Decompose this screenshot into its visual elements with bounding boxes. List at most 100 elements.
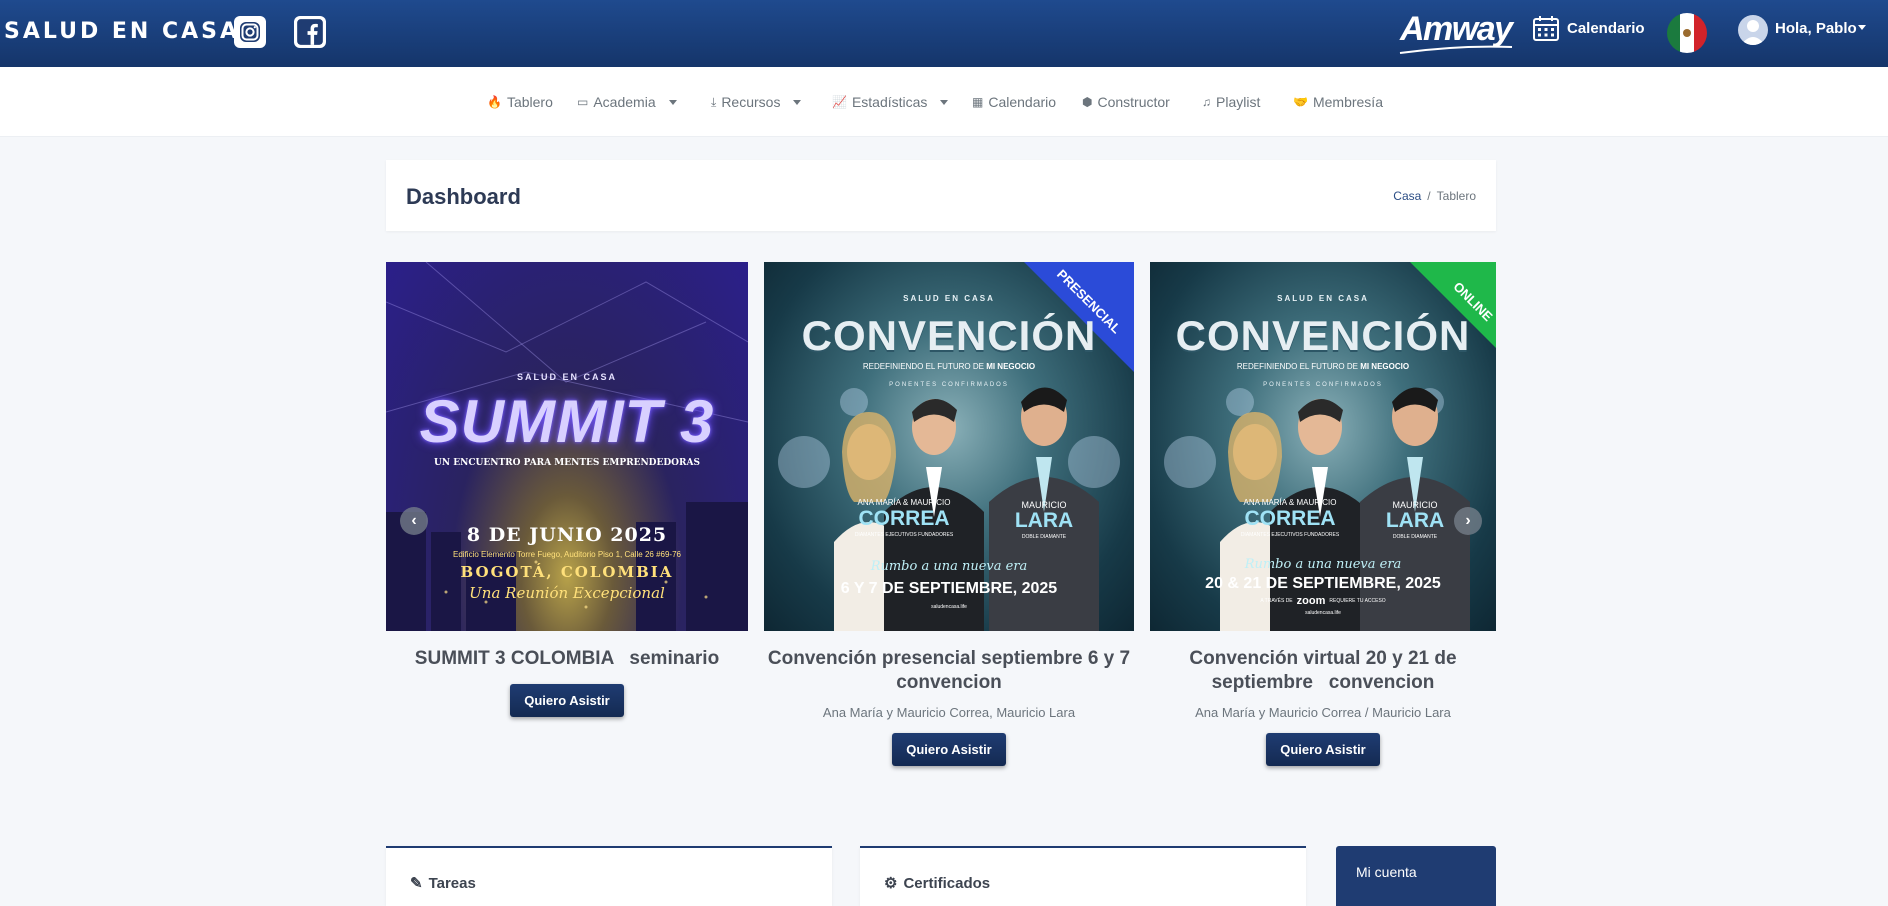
event-title: SUMMIT 3 COLOMBIA seminario [414, 648, 720, 669]
cubes-icon: ⬢ [1082, 95, 1093, 109]
nav-item-label: Membresía [1312, 94, 1383, 110]
event-card: SALUD EN CASA CONVENCIÓN REDEFINIENDO EL… [764, 262, 1134, 766]
event-speakers: Ana María y Mauricio Correa / Mauricio L… [1195, 705, 1451, 720]
attend-button[interactable]: Quiero Asistir [1266, 733, 1380, 766]
event-speakers: Ana María y Mauricio Correa, Mauricio La… [822, 705, 1076, 720]
poster-speakers-label: PONENTES CONFIRMADOS [889, 382, 1009, 388]
nav-item-playlist[interactable]: ♫ Playlist [1202, 94, 1260, 110]
poster-footer: saludencasa.life [931, 604, 967, 610]
poster-tagline-bold: MI NEGOCIO [1360, 362, 1410, 371]
tasks-label: Tareas [428, 874, 476, 892]
poster-tagline-text: REDEFINIENDO EL FUTURO DE [1236, 362, 1361, 371]
calendar-icon: ▦ [972, 95, 984, 109]
poster-speaker2-rank: DOBLE DIAMANTE [1392, 534, 1438, 540]
certificates-label: Certificados [903, 874, 991, 892]
attend-button[interactable]: Quiero Asistir [510, 684, 624, 717]
event-poster[interactable]: SALUD EN CASA CONVENCIÓN REDEFINIENDO EL… [764, 262, 1134, 631]
calendar-link[interactable]: Calendario [1567, 20, 1645, 37]
zoom-logo: zoom [1296, 595, 1326, 607]
nav-item-recursos[interactable]: ⤓ Recursos [711, 94, 802, 110]
poster-date: 6 Y 7 DE SEPTIEMBRE, 2025 [840, 580, 1058, 597]
nav-item-label: Constructor [1097, 94, 1170, 110]
poster-speaker1-last: CORREA [1244, 507, 1336, 530]
breadcrumb-home-link[interactable]: Casa [1393, 189, 1421, 203]
poster-speaker2-last: LARA [1014, 509, 1074, 532]
top-bar: SALUD EN CASA Amway Calendario Hola, Pab… [0, 0, 1888, 67]
certificates-panel: ⚙ Certificados [860, 846, 1306, 906]
poster-speaker2-rank: DOBLE DIAMANTE [1021, 534, 1067, 540]
download-icon: ⤓ [711, 94, 717, 109]
nav-item-estadisticas[interactable]: 📈 Estadísticas [832, 94, 949, 110]
carousel-prev-button[interactable]: ‹ [400, 507, 428, 535]
nav-item-label: Academia [593, 94, 656, 110]
breadcrumb-current: Tablero [1436, 189, 1476, 203]
poster-slogan: Rumbo a una nueva era [870, 559, 1028, 574]
my-account-panel[interactable]: Mi cuenta [1336, 846, 1496, 906]
nav-item-constructor[interactable]: ⬢ Constructor [1082, 94, 1170, 110]
poster-date: 20 & 21 DE SEPTIEMBRE, 2025 [1205, 575, 1441, 592]
nav-item-label: Tablero [506, 94, 553, 110]
fire-icon: 🔥 [487, 95, 502, 109]
poster-tagline: REDEFINIENDO EL FUTURO DE MI NEGOCIO [1150, 362, 1496, 371]
handshake-icon: 🤝 [1293, 95, 1308, 109]
poster-speaker1-rank: DIAMANTES EJECUTIVOS FUNDADORES [1240, 532, 1340, 538]
event-poster[interactable]: SALUD EN CASA CONVENCIÓN REDEFINIENDO EL… [1150, 262, 1496, 631]
facebook-icon[interactable] [294, 16, 326, 48]
poster-headline: CONVENCIÓN [1175, 312, 1471, 359]
nav-item-label: Estadísticas [851, 94, 928, 110]
poster-speaker1-rank: DIAMANTES EJECUTIVOS FUNDADORES [854, 532, 954, 538]
event-card: SALUD EN CASA SUMMIT 3 UN ENCUENTRO PARA… [386, 262, 748, 717]
certificates-title: ⚙ Certificados [884, 874, 991, 893]
nav-item-tablero[interactable]: 🔥 Tablero [487, 94, 553, 110]
user-menu[interactable]: Hola, Pablo [1775, 20, 1857, 37]
poster-slogan: Rumbo a una nueva era [1244, 557, 1402, 572]
my-account-label: Mi cuenta [1356, 864, 1417, 880]
attend-button[interactable]: Quiero Asistir [892, 733, 1006, 766]
main-nav: 🔥 Tablero ▭ Academia ⤓ Recursos 📈 Estadístic… [0, 67, 1888, 137]
calendar-icon[interactable] [1532, 14, 1560, 42]
poster-via: A TRAVÉS DE [1260, 598, 1293, 604]
poster-speaker1-names: ANA MARÍA & MAURICIO [857, 498, 951, 507]
nav-item-membresia[interactable]: 🤝 Membresía [1293, 94, 1383, 110]
breadcrumb-separator: / [1427, 189, 1431, 203]
poster-org: SALUD EN CASA [1277, 294, 1369, 303]
poster-tagline-text: REDEFINIENDO EL FUTURO DE [862, 362, 987, 371]
line-chart-icon: 📈 [832, 95, 847, 109]
poster-headline: SUMMIT 3 [419, 388, 715, 455]
avatar[interactable] [1738, 15, 1768, 45]
chevron-down-icon [940, 99, 949, 105]
nav-item-label: Calendario [988, 94, 1057, 110]
chevron-down-icon[interactable] [1858, 25, 1866, 30]
poster-footer: saludencasa.life [1305, 610, 1341, 616]
brand-logo[interactable]: SALUD EN CASA [4, 19, 240, 44]
event-title: Convención virtual 20 y 21 de septiembre… [1189, 648, 1462, 693]
chevron-down-icon [668, 99, 677, 105]
events-carousel: SALUD EN CASA SUMMIT 3 UN ENCUENTRO PARA… [386, 262, 1496, 782]
poster-tagline-bold: MI NEGOCIO [986, 362, 1036, 371]
instagram-icon[interactable] [234, 16, 266, 48]
poster-org: SALUD EN CASA [516, 372, 617, 382]
poster-speaker1-names: ANA MARÍA & MAURICIO [1243, 498, 1337, 507]
carousel-next-button[interactable]: › [1454, 507, 1482, 535]
event-title: Convención presencial septiembre 6 y 7 c… [767, 648, 1131, 693]
poster-venue: Edificio Elemento Torre Fuego, Auditorio… [453, 550, 681, 559]
poster-tagline: REDEFINIENDO EL FUTURO DE MI NEGOCIO [764, 362, 1134, 371]
gear-icon: ⚙ [884, 875, 898, 892]
poster-zoom-note: REQUIERE TU ACCESO [1329, 598, 1386, 604]
nav-item-calendario[interactable]: ▦ Calendario [972, 94, 1056, 110]
poster-speaker1-last: CORREA [858, 507, 950, 530]
music-icon: ♫ [1202, 95, 1211, 109]
nav-item-academia[interactable]: ▭ Academia [577, 94, 677, 110]
tasks-title: ✎ Tareas [410, 874, 476, 893]
page-header: Dashboard Casa / Tablero [386, 160, 1496, 231]
poster-tagline: UN ENCUENTRO PARA MENTES EMPRENDEDORAS [434, 458, 700, 468]
poster-speakers-label: PONENTES CONFIRMADOS [1263, 382, 1383, 388]
event-card: SALUD EN CASA CONVENCIÓN REDEFINIENDO EL… [1150, 262, 1496, 766]
page-title: Dashboard [406, 184, 521, 209]
nav-item-label: Recursos [721, 94, 781, 110]
mexico-flag-icon[interactable] [1667, 13, 1707, 53]
poster-date: 8 DE JUNIO 2025 [466, 524, 668, 546]
tasks-panel: ✎ Tareas [386, 846, 832, 906]
event-poster[interactable]: SALUD EN CASA SUMMIT 3 UN ENCUENTRO PARA… [386, 262, 748, 631]
poster-headline: CONVENCIÓN [801, 312, 1097, 359]
